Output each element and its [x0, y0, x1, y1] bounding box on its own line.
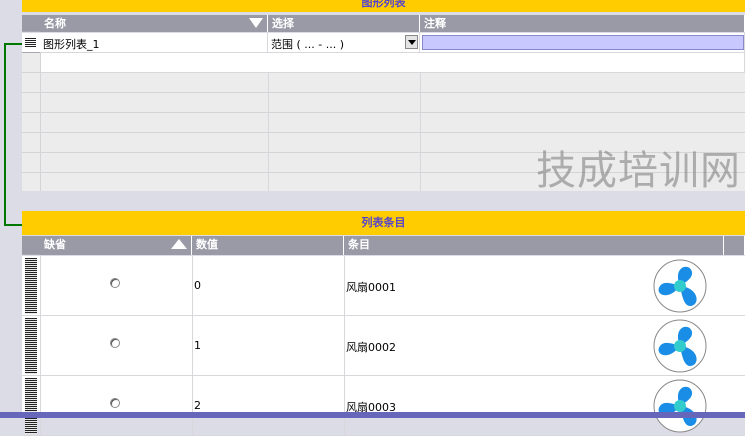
column-divider [192, 256, 193, 316]
list-item-row[interactable]: 2 风扇0003 [22, 376, 745, 436]
list-items-title: 列表条目 [361, 216, 406, 229]
column-divider [420, 73, 421, 191]
graphic-list-name-cell: 图形列表_1 [43, 38, 100, 51]
list-items-corner [22, 236, 40, 255]
empty-row [22, 53, 745, 73]
column-header-extra [724, 236, 745, 255]
graphic-list-title: 图形列表 [361, 0, 406, 9]
list-item-row[interactable]: 1 风扇0002 [22, 316, 745, 376]
link-connector [4, 43, 22, 226]
list-item-row[interactable]: 0 风扇0001 [22, 256, 745, 316]
item-cell: 风扇0001 [346, 281, 396, 294]
chevron-down-icon [408, 40, 416, 45]
fan-icon [653, 379, 707, 433]
row-header-column [22, 53, 41, 191]
column-divider [40, 376, 41, 436]
item-cell: 风扇0002 [346, 341, 396, 354]
row-handle-icon[interactable] [25, 378, 37, 434]
default-radio[interactable] [110, 338, 120, 348]
row-handle-icon [25, 38, 36, 47]
value-cell: 1 [194, 339, 201, 352]
column-divider [40, 316, 41, 376]
graphic-list-row[interactable]: 图形列表_1 [40, 33, 268, 53]
column-divider [268, 73, 269, 191]
column-divider [40, 256, 41, 316]
column-header-item[interactable]: 条目 [344, 236, 724, 255]
column-divider [344, 376, 345, 436]
column-header-default[interactable]: 缺省 [40, 236, 192, 255]
list-items-title-bar: 列表条目 [22, 211, 745, 235]
watermark: 技成培训网 [536, 148, 741, 194]
value-cell: 2 [194, 399, 201, 412]
fan-icon [653, 319, 707, 373]
column-divider [344, 316, 345, 376]
dropdown-arrow-button[interactable] [405, 35, 418, 49]
default-radio[interactable] [110, 278, 120, 288]
column-divider [192, 376, 193, 436]
graphic-list-corner [22, 15, 40, 32]
bottom-scroll-edge [0, 412, 745, 418]
row-handle-icon[interactable] [25, 318, 37, 374]
row-handle-icon[interactable] [25, 258, 37, 314]
column-divider [344, 256, 345, 316]
row-selector[interactable] [22, 33, 40, 53]
column-header-name[interactable]: 名称 [40, 15, 268, 32]
graphic-list-title-bar: 图形列表 [22, 0, 745, 12]
fan-icon [653, 259, 707, 313]
comment-input[interactable] [420, 33, 745, 53]
select-value: 范围 ( ... - ... ) [271, 38, 345, 51]
sort-asc-icon [171, 239, 187, 249]
column-header-comment[interactable]: 注释 [420, 15, 745, 32]
column-divider [192, 316, 193, 376]
column-header-select[interactable]: 选择 [268, 15, 420, 32]
sort-desc-icon [249, 18, 263, 28]
select-dropdown[interactable]: 范围 ( ... - ... ) [268, 33, 420, 53]
value-cell: 0 [194, 279, 201, 292]
column-header-value[interactable]: 数值 [192, 236, 344, 255]
default-radio[interactable] [110, 398, 120, 408]
comment-input-box [422, 35, 744, 50]
